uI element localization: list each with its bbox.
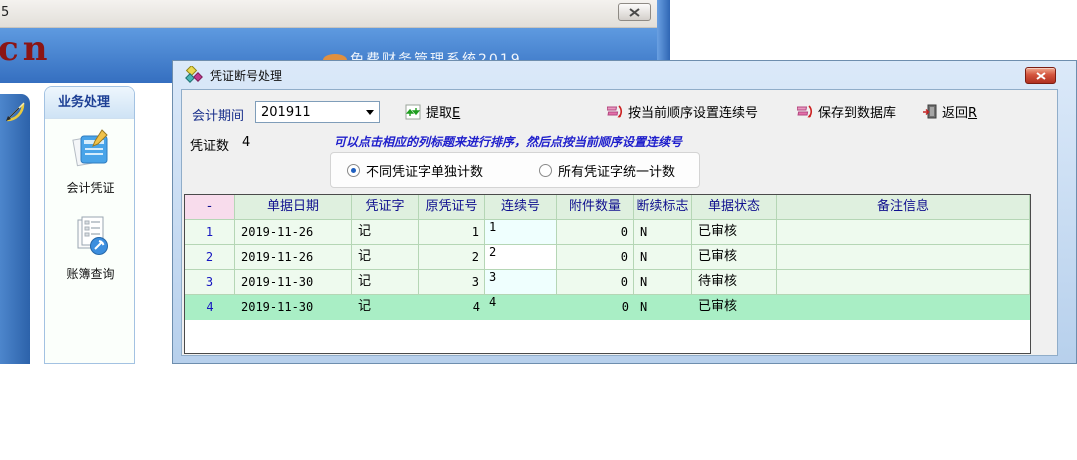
cell-remark[interactable] xyxy=(777,220,1030,245)
column-header-seq-no[interactable]: 连续号 xyxy=(485,195,557,220)
sidebar-item-accounting-voucher[interactable]: 会计凭证 xyxy=(45,129,135,196)
sort-hint-text: 可以点击相应的列标题来进行排序，然后点按当前顺序设置连续号 xyxy=(334,133,682,150)
dialog-titlebar[interactable]: 凭证断号处理 xyxy=(173,61,1076,89)
cell-word[interactable]: 记 xyxy=(352,220,419,245)
radio-unselected-icon[interactable] xyxy=(539,164,552,177)
cell-word[interactable]: 记 xyxy=(352,270,419,295)
return-button[interactable]: 返回R xyxy=(922,102,977,121)
voucher-table-panel: - 单据日期 凭证字 原凭证号 连续号 附件数量 断续标志 单据状态 备注信息 … xyxy=(184,194,1031,354)
period-value: 201911 xyxy=(256,105,361,120)
cell-break-flag[interactable]: N xyxy=(634,270,692,295)
sidebar-item-ledger-query[interactable]: 账簿查询 xyxy=(45,215,135,282)
bow-arrow-icon[interactable] xyxy=(3,100,27,124)
cell-date[interactable]: 2019-11-26 xyxy=(235,220,352,245)
cell-seq-no[interactable]: 1 xyxy=(485,220,557,245)
voucher-count-value: 4 xyxy=(242,135,250,150)
background-window-title-fragment: 5 xyxy=(1,5,9,20)
close-icon xyxy=(629,8,640,17)
radio-separate-count[interactable]: 不同凭证字单独计数 xyxy=(347,161,483,180)
save-to-database-button[interactable]: 保存到数据库 xyxy=(797,102,896,121)
dialog-close-button[interactable] xyxy=(1025,67,1056,84)
extract-label: 提取 xyxy=(426,106,452,121)
dialog-title-icon xyxy=(185,66,203,84)
cell-remark[interactable] xyxy=(777,245,1030,270)
row-index[interactable]: 3 xyxy=(185,270,235,295)
column-header-attach[interactable]: 附件数量 xyxy=(557,195,634,220)
cell-seq-no[interactable]: 2 xyxy=(485,245,557,270)
cell-status[interactable]: 已审核 xyxy=(692,245,777,270)
cell-orig-no[interactable]: 3 xyxy=(419,270,485,295)
radio-label: 所有凭证字统一计数 xyxy=(558,161,675,180)
cell-date[interactable]: 2019-11-30 xyxy=(235,270,352,295)
cell-orig-no[interactable]: 2 xyxy=(419,245,485,270)
voucher-gap-dialog: 凭证断号处理 会计期间 201911 提取E xyxy=(172,60,1077,364)
column-header-break-flag[interactable]: 断续标志 xyxy=(634,195,692,220)
cell-date[interactable]: 2019-11-26 xyxy=(235,245,352,270)
column-header-remark[interactable]: 备注信息 xyxy=(777,195,1030,220)
cell-attach[interactable]: 0 xyxy=(557,270,634,295)
row-index[interactable]: 1 xyxy=(185,220,235,245)
dialog-title: 凭证断号处理 xyxy=(210,67,282,84)
radio-selected-icon[interactable] xyxy=(347,164,360,177)
cell-status[interactable]: 已审核 xyxy=(692,220,777,245)
sidebar-header: 业务处理 xyxy=(45,87,134,119)
screen: 5 cn 免费财务管理系统2019 业务处理 xyxy=(0,0,1077,460)
period-combobox[interactable]: 201911 xyxy=(255,101,380,123)
dialog-client-area: 会计期间 201911 提取E xyxy=(181,89,1058,356)
ledger-icon xyxy=(71,215,111,261)
return-icon xyxy=(922,104,937,120)
extract-icon xyxy=(405,104,421,120)
cell-attach[interactable]: 0 xyxy=(557,220,634,245)
cell-seq-no[interactable]: 3 xyxy=(485,270,557,295)
sidebar-item-label: 账簿查询 xyxy=(45,265,135,282)
extract-button[interactable]: 提取E xyxy=(405,102,460,121)
cell-break-flag[interactable]: N xyxy=(634,220,692,245)
radio-unified-count[interactable]: 所有凭证字统一计数 xyxy=(539,161,675,180)
chevron-down-icon xyxy=(366,110,374,115)
cell-status[interactable]: 待审核 xyxy=(692,270,777,295)
cell-orig-no[interactable]: 1 xyxy=(419,220,485,245)
column-header-word[interactable]: 凭证字 xyxy=(352,195,419,220)
row-index[interactable]: 2 xyxy=(185,245,235,270)
set-sequence-button[interactable]: 按当前顺序设置连续号 xyxy=(607,102,758,121)
return-label: 返回 xyxy=(942,106,968,121)
radio-label: 不同凭证字单独计数 xyxy=(366,161,483,180)
brand-logo-fragment: cn xyxy=(0,29,51,69)
save-icon xyxy=(797,104,813,120)
return-accelerator: R xyxy=(968,106,977,121)
count-mode-panel: 不同凭证字单独计数 所有凭证字统一计数 xyxy=(330,152,700,188)
period-label: 会计期间 xyxy=(192,105,244,124)
column-header-index[interactable]: - xyxy=(185,195,235,220)
background-window-close-button[interactable] xyxy=(618,3,651,21)
column-header-status[interactable]: 单据状态 xyxy=(692,195,777,220)
voucher-table: - 单据日期 凭证字 原凭证号 连续号 附件数量 断续标志 单据状态 备注信息 … xyxy=(185,195,1030,320)
voucher-count-label: 凭证数 xyxy=(190,135,229,154)
voucher-icon xyxy=(71,129,111,175)
close-icon xyxy=(1036,72,1046,80)
sidebar-item-label: 会计凭证 xyxy=(45,179,135,196)
cell-remark[interactable] xyxy=(777,270,1030,295)
background-window-titlebar: 5 xyxy=(0,0,657,28)
save-to-database-label: 保存到数据库 xyxy=(818,102,896,121)
extract-accelerator: E xyxy=(452,106,460,121)
column-header-orig-no[interactable]: 原凭证号 xyxy=(419,195,485,220)
cell-attach[interactable]: 0 xyxy=(557,245,634,270)
sort-set-icon xyxy=(607,104,623,120)
cell-break-flag[interactable]: N xyxy=(634,245,692,270)
left-nav-strip xyxy=(0,94,30,364)
set-sequence-label: 按当前顺序设置连续号 xyxy=(628,102,758,121)
sidebar-panel: 业务处理 会计凭证 xyxy=(44,86,135,364)
combo-dropdown-button[interactable] xyxy=(361,102,379,122)
cell-word[interactable]: 记 xyxy=(352,245,419,270)
column-header-date[interactable]: 单据日期 xyxy=(235,195,352,220)
